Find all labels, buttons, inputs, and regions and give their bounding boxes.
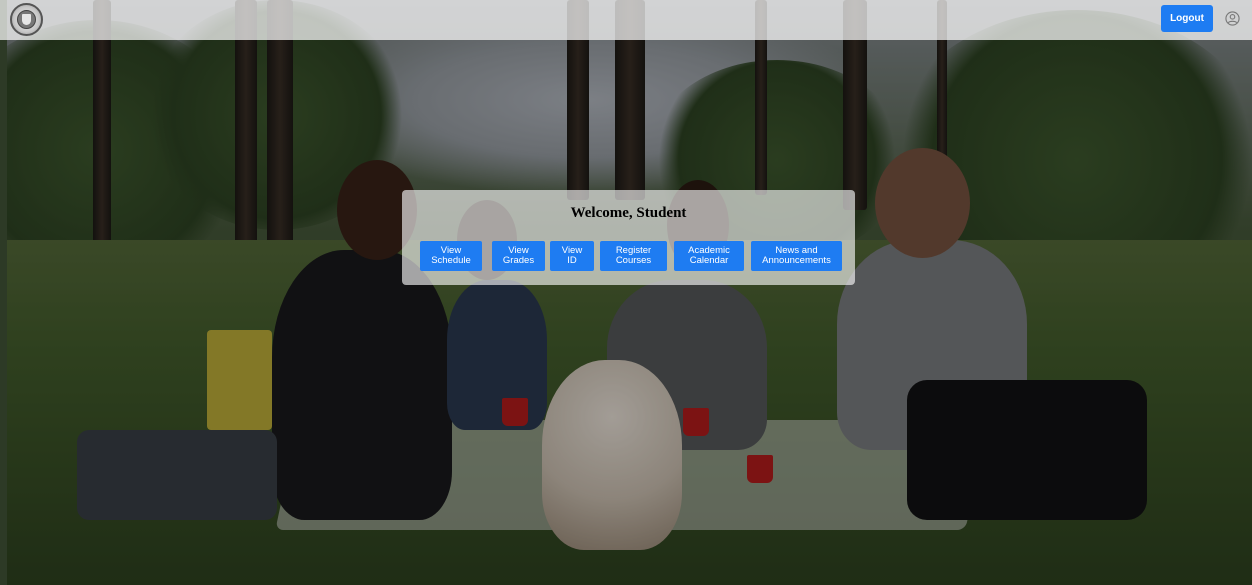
welcome-title: Welcome, Student: [570, 205, 687, 221]
user-circle-icon[interactable]: [1225, 11, 1240, 26]
welcome-card: Welcome, Student View Schedule View Grad…: [402, 190, 855, 285]
background-photo: [7, 0, 1252, 585]
dark-overlay: [7, 0, 1252, 585]
academic-calendar-button[interactable]: Academic Calendar: [674, 241, 744, 271]
news-and-announcements-button[interactable]: News and Announcements: [751, 241, 842, 271]
view-id-button[interactable]: View ID: [550, 241, 594, 271]
view-schedule-button[interactable]: View Schedule: [420, 241, 482, 271]
register-courses-button[interactable]: Register Courses: [600, 241, 667, 271]
university-seal-icon[interactable]: [10, 3, 43, 36]
top-navigation-bar: Logout: [0, 0, 1252, 40]
view-grades-button[interactable]: View Grades: [492, 241, 545, 271]
logout-button[interactable]: Logout: [1161, 5, 1213, 32]
